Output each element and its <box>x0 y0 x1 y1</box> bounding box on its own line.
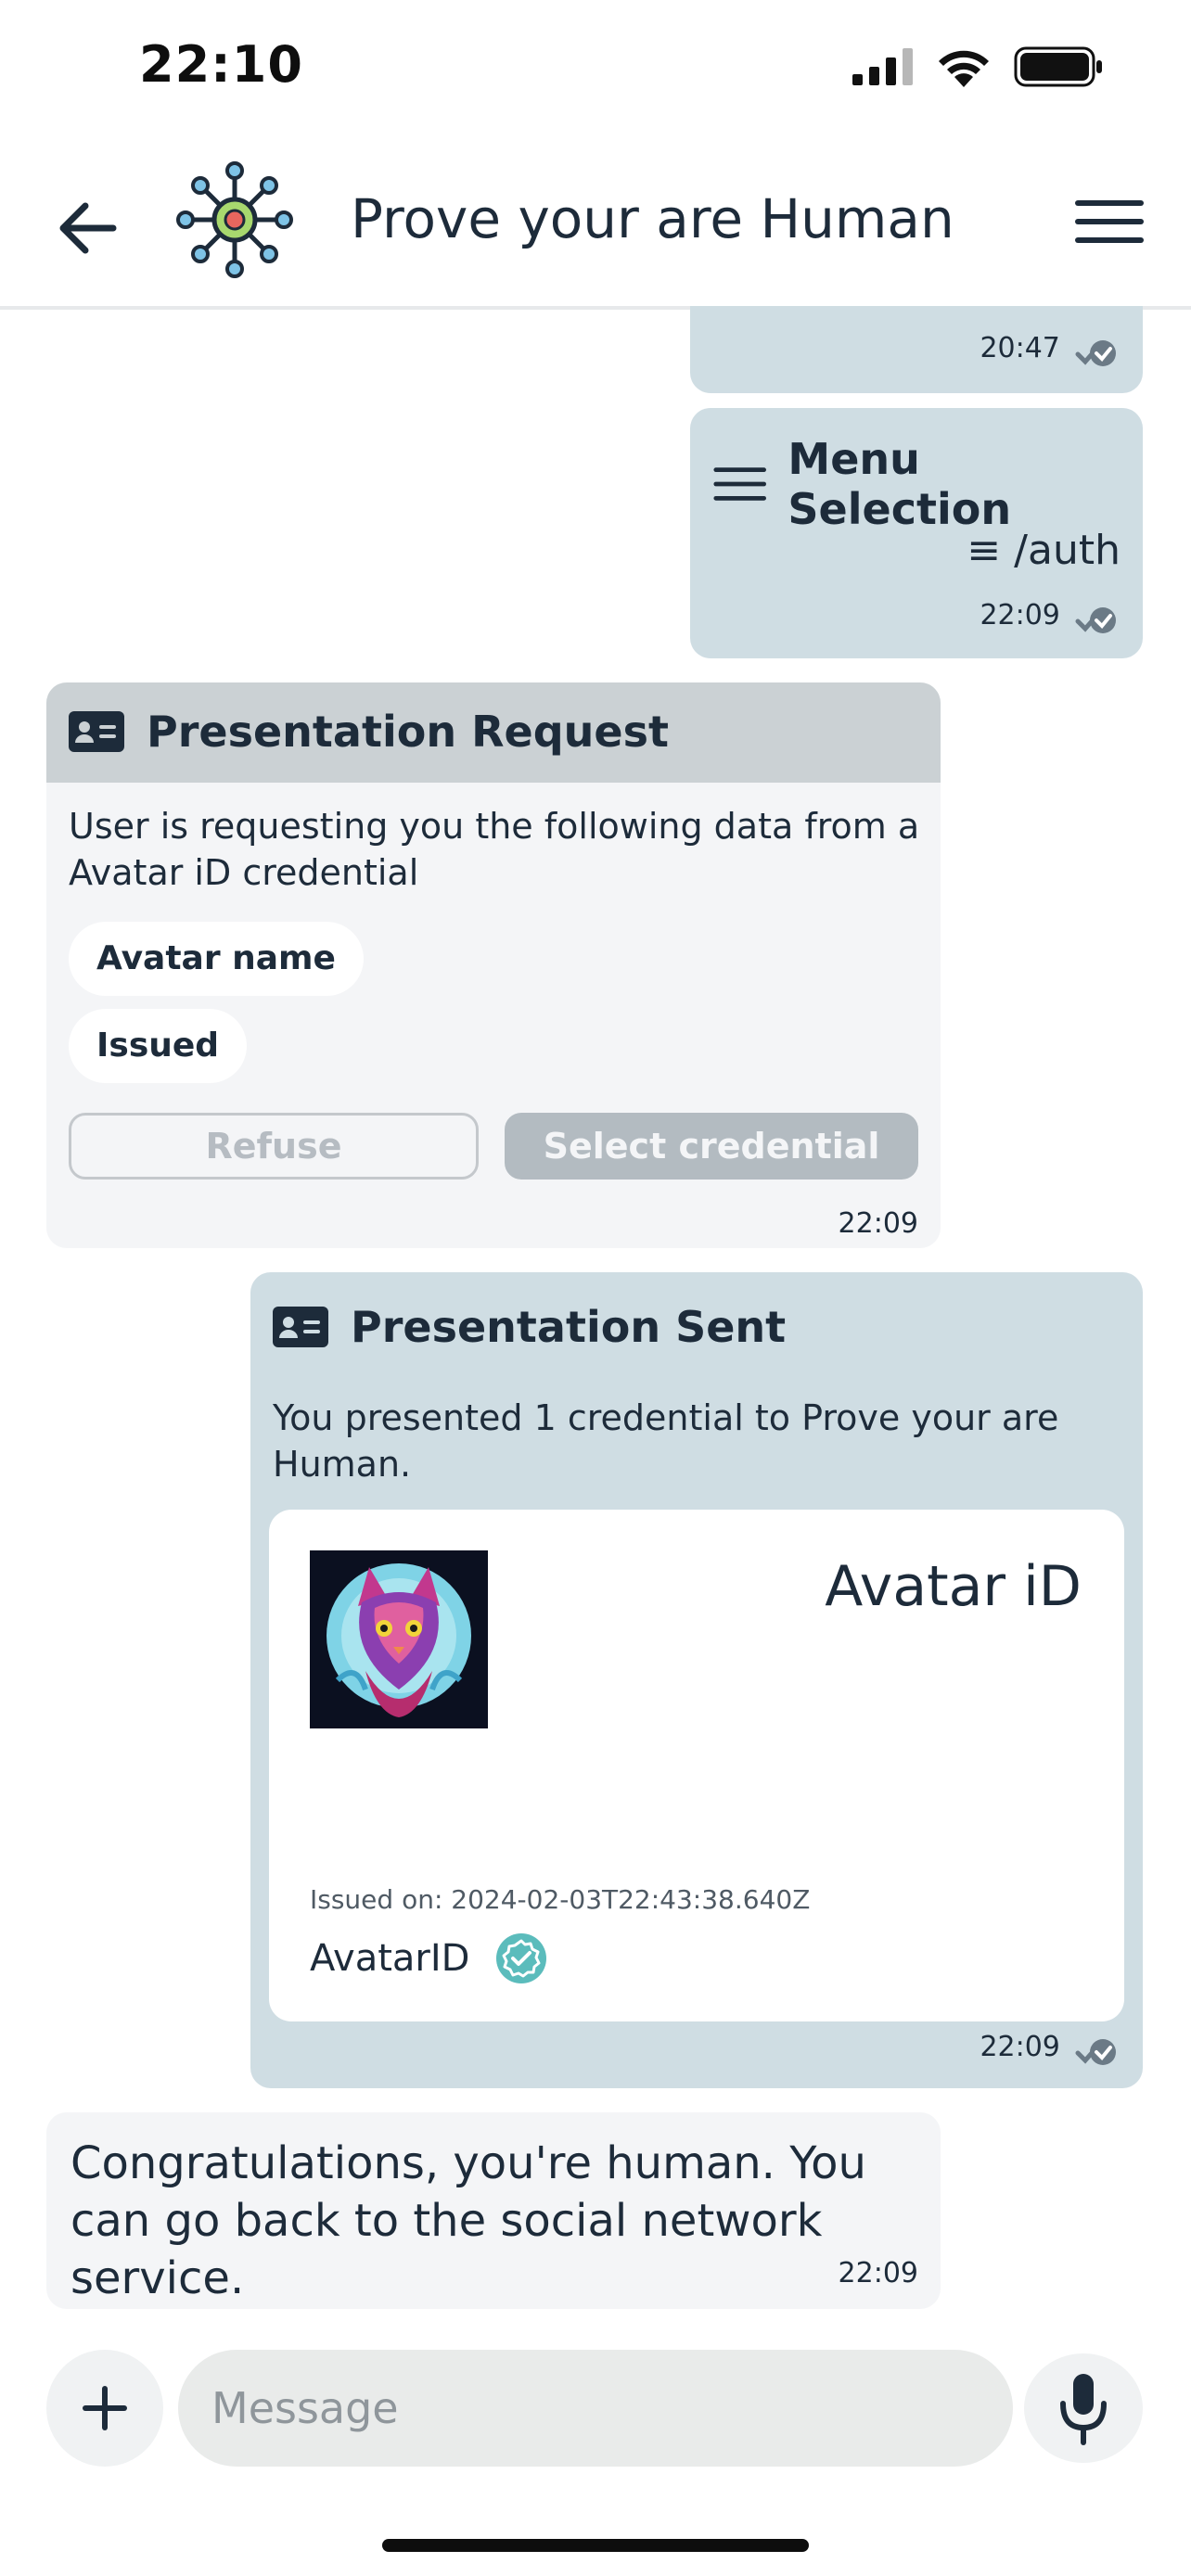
home-indicator <box>382 2539 809 2552</box>
message-bubble-incoming: Congratulations, you're human. You can g… <box>46 2112 941 2309</box>
message-time: 22:09 <box>980 2031 1060 2063</box>
credential-name: Avatar iD <box>825 1554 1082 1619</box>
status-icons <box>852 46 1103 87</box>
select-credential-button[interactable]: Select credential <box>505 1113 918 1180</box>
presentation-request-message: Presentation Request User is requesting … <box>46 682 941 1248</box>
id-card-icon <box>273 1307 328 1347</box>
credential-issuer-row: AvatarID <box>310 1932 547 1984</box>
credential-card[interactable]: Avatar iD Issued on: 2024-02-03T22:43:38… <box>269 1510 1124 2021</box>
read-check-icon <box>1075 2038 1116 2065</box>
menu-button[interactable] <box>1074 198 1145 245</box>
presentation-sent-title-row: Presentation Sent <box>273 1302 786 1352</box>
chat-title: Prove your are Human <box>351 187 954 250</box>
message-input[interactable] <box>178 2350 1013 2467</box>
chat-header: Prove your are Human <box>0 139 1191 310</box>
presentation-request-title-row: Presentation Request <box>69 707 669 757</box>
message-time-row: 22:09 <box>980 599 1117 634</box>
message-time-row: 22:09 <box>980 2031 1117 2066</box>
menu-selection-message: Menu Selection ≡ /auth 22:09 <box>690 408 1143 658</box>
plus-icon <box>83 2386 127 2430</box>
microphone-icon <box>1060 2374 1107 2445</box>
read-check-icon <box>1075 339 1116 366</box>
menu-selection-header: Menu Selection <box>712 434 1143 534</box>
battery-icon <box>1014 46 1102 87</box>
menu-selection-title: Menu Selection <box>788 434 1012 534</box>
message-time: 22:09 <box>980 599 1060 631</box>
message-time: 20:47 <box>980 332 1060 364</box>
cat-avatar-icon <box>310 1550 488 1728</box>
verified-badge-icon <box>496 1933 547 1983</box>
presentation-request-text: User is requesting you the following dat… <box>69 806 920 893</box>
cellular-signal-icon <box>852 48 913 85</box>
message-text: Congratulations, you're human. You can g… <box>70 2137 866 2304</box>
status-time: 22:10 <box>139 35 303 94</box>
attach-button[interactable] <box>46 2350 163 2467</box>
wifi-icon <box>939 50 989 87</box>
credential-issued-date: Issued on: 2024-02-03T22:43:38.640Z <box>310 1884 811 1915</box>
arrow-left-icon <box>59 202 117 254</box>
credential-avatar-image <box>310 1550 488 1728</box>
message-time: 22:09 <box>838 2257 918 2289</box>
menu-selection-command: ≡ /auth <box>967 527 1121 574</box>
requested-attribute-chip: Avatar name <box>69 922 364 996</box>
hamburger-menu-icon <box>1075 200 1144 243</box>
back-button[interactable] <box>52 191 126 265</box>
requested-attribute-chip: Issued <box>69 1009 248 1083</box>
message-time-row: 20:47 <box>980 332 1117 367</box>
presentation-sent-text: You presented 1 credential to Prove your… <box>273 1397 1059 1485</box>
contact-avatar[interactable] <box>174 159 295 280</box>
list-menu-icon <box>713 467 766 501</box>
message-bubble-outgoing: 20:47 <box>690 306 1143 393</box>
network-logo-icon <box>176 161 293 278</box>
credential-issuer: AvatarID <box>310 1937 470 1980</box>
presentation-request-title: Presentation Request <box>147 707 669 757</box>
refuse-button[interactable]: Refuse <box>69 1113 479 1180</box>
presentation-sent-title: Presentation Sent <box>351 1302 787 1352</box>
presentation-request-header: Presentation Request <box>46 682 941 783</box>
id-card-icon <box>69 711 124 752</box>
presentation-sent-message: Presentation Sent You presented 1 creden… <box>250 1272 1143 2088</box>
microphone-button[interactable] <box>1024 2353 1143 2463</box>
read-check-icon <box>1075 606 1116 633</box>
message-time: 22:09 <box>838 1207 918 1240</box>
